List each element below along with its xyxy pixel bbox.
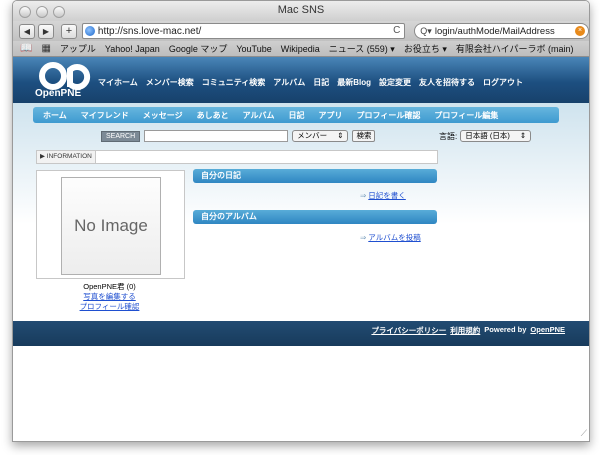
main-nav-item[interactable]: マイホーム [98,77,138,88]
site-header: OpenPNE マイホーム メンバー検索 コミュニティ検索 アルバム 日記 最新… [13,57,589,103]
information-tab[interactable]: ▶ INFORMATION [37,151,96,163]
grid-icon[interactable]: ▦ [41,43,50,54]
view-profile-row: プロフィール確認 [36,301,183,312]
search-icon: Q▾ [420,25,432,36]
arrow-right-icon: ⇒ [360,191,367,200]
site-search-row: SEARCH メンバー ⇕ 検索 [101,130,376,142]
logo-text: OpenPNE [35,88,82,99]
write-diary-row: ⇒ 日記を書く [360,190,406,201]
post-album-link[interactable]: アルバムを投稿 [368,233,420,242]
bookmark-item[interactable]: Wikipedia [281,44,320,54]
footer-links: プライバシーポリシー 利用規約 Powered by OpenPNE [371,325,565,336]
sub-nav-item[interactable]: あしあと [197,110,229,121]
bookmark-item[interactable]: アップル [60,42,96,55]
bookmark-item[interactable]: お役立ち ▾ [404,42,447,55]
edit-photo-link[interactable]: 写真を編集する [83,292,136,301]
powered-by-text: Powered by [484,325,527,334]
browser-toolbar: ◀ ▶ + http://sns.love-mac.net/ C Q▾ logi… [13,21,589,41]
address-bar[interactable]: http://sns.love-mac.net/ C [81,23,406,39]
main-nav-item[interactable]: 日記 [313,77,329,88]
bookmark-item[interactable]: Google マップ [169,42,228,55]
privacy-policy-link[interactable]: プライバシーポリシー [371,325,446,336]
forward-button[interactable]: ▶ [37,23,54,39]
back-button[interactable]: ◀ [19,23,35,39]
browser-search-field[interactable]: Q▾ login/authMode/MailAddress × [414,23,589,39]
blank-area: ⟋ [13,346,589,441]
title-bar: Mac SNS [13,1,589,21]
main-nav-item[interactable]: 友人を招待する [419,77,475,88]
bookmark-item[interactable]: YouTube [236,44,271,54]
write-diary-link[interactable]: 日記を書く [368,191,406,200]
sub-nav-item[interactable]: メッセージ [143,110,183,121]
language-label: 言語: [439,131,458,141]
sub-nav-item[interactable]: 日記 [289,110,305,121]
main-nav-item[interactable]: コミュニティ検索 [202,77,266,88]
sub-nav-item[interactable]: マイフレンド [81,110,129,121]
main-nav-item[interactable]: メンバー検索 [146,77,194,88]
sub-nav-item[interactable]: ホーム [43,110,67,121]
site-footer: プライバシーポリシー 利用規約 Powered by OpenPNE [13,321,589,346]
profile-photo-box: No Image [36,170,185,279]
sub-nav-item[interactable]: アプリ [319,110,343,121]
bookmark-item[interactable]: ニュース (559) ▾ [329,42,395,55]
browser-window: Mac SNS ◀ ▶ + http://sns.love-mac.net/ C… [12,0,590,442]
information-bar: ▶ INFORMATION [36,150,438,164]
clear-search-icon[interactable]: × [574,26,585,36]
bookmark-item[interactable]: Yahoo! Japan [105,44,160,54]
post-album-row: ⇒ アルバムを投稿 [360,232,421,243]
globe-icon [84,26,95,36]
sub-nav-item[interactable]: プロフィール確認 [357,110,421,121]
sub-nav: ホーム マイフレンド メッセージ あしあと アルバム 日記 アプリ プロフィール… [33,107,559,123]
window-title: Mac SNS [277,4,325,16]
arrow-right-icon: ⇒ [360,233,367,242]
main-nav: マイホーム メンバー検索 コミュニティ検索 アルバム 日記 最新Blog 設定変… [98,77,523,88]
no-image-placeholder: No Image [61,177,161,275]
search-type-select[interactable]: メンバー ⇕ [292,130,349,142]
main-nav-item[interactable]: 最新Blog [337,77,371,88]
search-label: SEARCH [101,130,141,142]
site-search-input[interactable] [144,130,289,142]
bookmark-item[interactable]: 有限会社ハイパーラボ (main) [456,42,574,55]
language-select[interactable]: 日本語 (日本) ⇕ [460,130,532,142]
openpne-link[interactable]: OpenPNE [530,325,565,336]
open-book-icon[interactable]: 📖 [20,43,32,54]
search-type-value: メンバー [297,131,328,140]
resize-handle-icon[interactable]: ⟋ [581,428,587,439]
main-nav-item[interactable]: アルバム [273,77,305,88]
url-text: http://sns.love-mac.net/ [97,25,202,37]
album-section-header: 自分のアルバム [193,210,437,224]
sub-nav-item[interactable]: プロフィール編集 [434,110,498,121]
select-arrow-icon: ⇕ [519,131,527,140]
add-bookmark-button[interactable]: + [60,23,77,39]
browser-search-text: login/authMode/MailAddress [434,25,555,37]
main-nav-item[interactable]: ログアウト [483,77,523,88]
sub-nav-item[interactable]: アルバム [243,110,275,121]
diary-section-header: 自分の日記 [193,169,437,183]
page-content: ホーム マイフレンド メッセージ あしあと アルバム 日記 アプリ プロフィール… [13,103,589,323]
view-profile-link[interactable]: プロフィール確認 [80,302,140,311]
select-arrow-icon: ⇕ [337,131,344,140]
search-button[interactable]: 検索 [352,130,376,142]
reload-icon[interactable]: C [393,25,400,36]
language-selector: 言語: 日本語 (日本) ⇕ [439,130,532,142]
language-value: 日本語 (日本) [465,131,510,140]
main-nav-item[interactable]: 設定変更 [379,77,411,88]
terms-link[interactable]: 利用規約 [450,325,480,336]
bookmarks-bar: 📖 ▦ アップル Yahoo! Japan Google マップ YouTube… [13,41,589,57]
